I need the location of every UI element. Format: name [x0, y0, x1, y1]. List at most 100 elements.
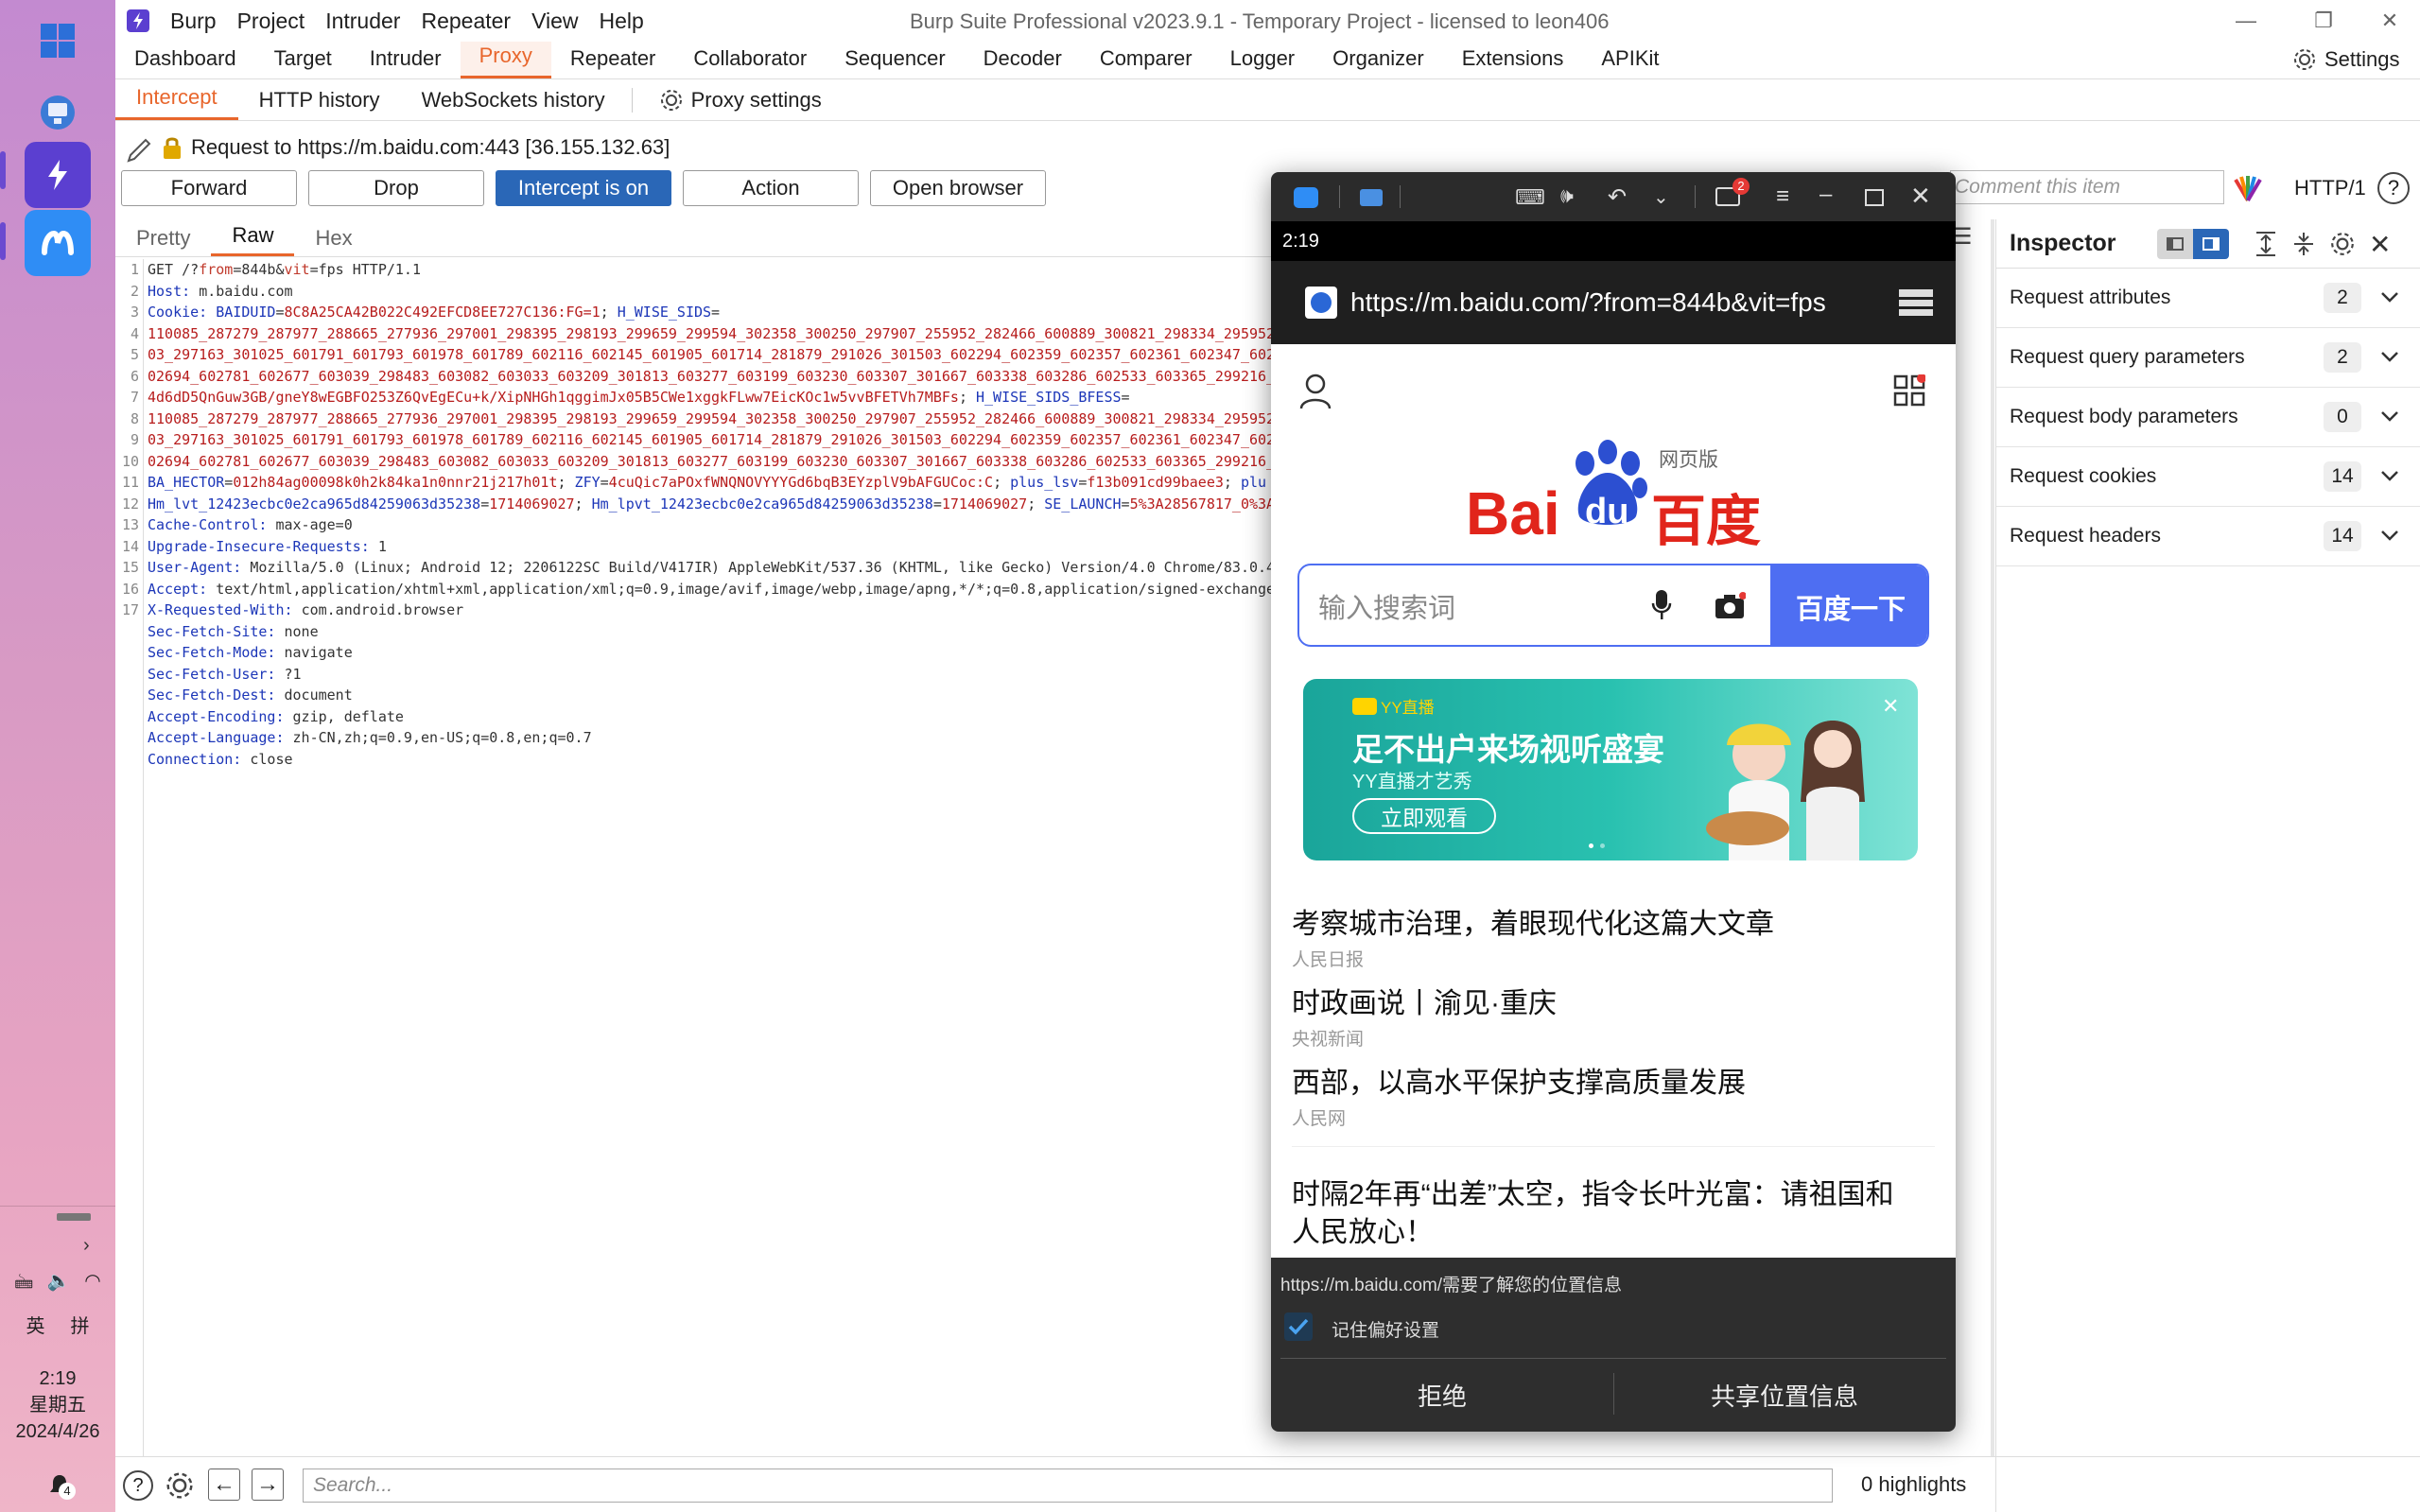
drop-button[interactable]: Drop: [308, 170, 484, 206]
restore-icon[interactable]: ❐: [2290, 4, 2357, 38]
request-line[interactable]: Accept-Encoding: gzip, deflate: [148, 706, 1382, 728]
undo-icon[interactable]: ↶: [1608, 183, 1627, 211]
tab-organizer[interactable]: Organizer: [1314, 44, 1443, 78]
menu-view[interactable]: View: [531, 9, 578, 34]
request-line[interactable]: Sec-Fetch-Mode: navigate: [148, 642, 1382, 664]
request-line[interactable]: BA_HECTOR=012h84ag00098k0h2k84ka1n0nnr21…: [148, 472, 1382, 494]
app-icon-network[interactable]: [25, 79, 91, 146]
request-line[interactable]: 02694_602781_602677_603039_298483_603082…: [148, 366, 1382, 388]
proxy-settings-button[interactable]: Proxy settings: [638, 86, 843, 120]
comment-input[interactable]: Comment this item: [1950, 170, 2224, 204]
remember-checkbox[interactable]: [1284, 1312, 1313, 1341]
expand-all-icon[interactable]: [2254, 231, 2278, 257]
request-text[interactable]: GET /?from=844b&vit=fps HTTP/1.1 Host: m.…: [148, 259, 1382, 812]
mirror-app-icon[interactable]: [1294, 187, 1318, 208]
request-line[interactable]: Sec-Fetch-Site: none: [148, 621, 1382, 643]
mirror-maximize-icon[interactable]: [1865, 189, 1884, 206]
chevron-down-icon[interactable]: [2376, 284, 2403, 310]
action-button[interactable]: Action: [683, 170, 859, 206]
browser-url[interactable]: https://m.baidu.com/?from=844b&vit=fps: [1350, 287, 1826, 318]
request-line[interactable]: User-Agent: Mozilla/5.0 (Linux; Android …: [148, 557, 1382, 579]
apps-grid-icon[interactable]: [1893, 374, 1926, 407]
menu-repeater[interactable]: Repeater: [421, 9, 511, 34]
inspector-settings-icon[interactable]: [2329, 231, 2356, 257]
share-location-button[interactable]: 共享位置信息: [1613, 1360, 1956, 1430]
tab-intruder[interactable]: Intruder: [351, 44, 461, 78]
chevron-down-icon[interactable]: [2376, 522, 2403, 548]
layout-panel-icon[interactable]: [2193, 229, 2229, 259]
volume-icon[interactable]: 🕪: [1560, 183, 1574, 208]
open-browser-button[interactable]: Open browser: [870, 170, 1046, 206]
mirror-app-icon[interactable]: [25, 210, 91, 276]
user-icon[interactable]: [1299, 373, 1332, 410]
news-title[interactable]: 西部，以高水平保护支撑高质量发展: [1292, 1059, 1746, 1101]
request-line[interactable]: 4d6dD5QnGuw3GB/gneY8wEGBFO253Z6QvEgECu+k…: [148, 387, 1382, 408]
camera-icon[interactable]: [1714, 592, 1747, 618]
request-line[interactable]: X-Requested-With: com.android.browser: [148, 600, 1382, 621]
ime-lang[interactable]: 英: [26, 1311, 45, 1338]
tab-apikit[interactable]: APIKit: [1582, 44, 1678, 78]
pencil-icon[interactable]: [125, 132, 155, 163]
news-title-cont[interactable]: 人民放心！: [1292, 1208, 1434, 1250]
menu-project[interactable]: Project: [237, 9, 305, 34]
tab-raw[interactable]: Raw: [211, 223, 295, 256]
windows-start-icon[interactable]: [25, 8, 91, 74]
inspector-section[interactable]: Request cookies 14: [1996, 447, 2420, 507]
request-line[interactable]: Accept-Language: zh-CN,zh;q=0.9,en-US;q=…: [148, 727, 1382, 749]
search-input[interactable]: Search...: [303, 1469, 1833, 1503]
search-settings-icon[interactable]: [165, 1470, 195, 1501]
inspector-section[interactable]: Request query parameters 2: [1996, 328, 2420, 388]
tab-repeater[interactable]: Repeater: [551, 44, 675, 78]
baidu-search-input[interactable]: 输入搜索词: [1318, 586, 1455, 626]
inspector-section[interactable]: Request headers 14: [1996, 507, 2420, 566]
request-line[interactable]: Hm_lvt_12423ecbc0e2ca965d84259063d35238=…: [148, 494, 1382, 515]
request-line[interactable]: GET /?from=844b&vit=fps HTTP/1.1: [148, 259, 1382, 281]
previous-match-icon[interactable]: ←: [208, 1469, 240, 1501]
raw-request-editor[interactable]: 1 2 3 4 5 6 7 8 9 10 11 12 13 14 15 16 17 GET /?from=844…: [115, 259, 1387, 1456]
request-line[interactable]: Cache-Control: max-age=0: [148, 514, 1382, 536]
inspector-section[interactable]: Request attributes 2: [1996, 269, 2420, 328]
tab-sequencer[interactable]: Sequencer: [826, 44, 964, 78]
more-chevron-icon[interactable]: ⌄: [1653, 185, 1669, 209]
request-line[interactable]: Accept: text/html,application/xhtml+xml,…: [148, 579, 1382, 600]
tab-hex[interactable]: Hex: [294, 226, 373, 256]
news-title[interactable]: 时政画说丨渝见·重庆: [1292, 980, 1557, 1021]
tab-target[interactable]: Target: [255, 44, 351, 78]
settings-button[interactable]: Settings: [2292, 47, 2400, 72]
wifi-icon[interactable]: ◠: [84, 1269, 100, 1301]
tab-comparer[interactable]: Comparer: [1081, 44, 1211, 78]
microphone-icon[interactable]: [1651, 588, 1672, 622]
tab-proxy[interactable]: Proxy: [460, 42, 551, 78]
help-icon[interactable]: ?: [123, 1470, 153, 1501]
tab-decoder[interactable]: Decoder: [965, 44, 1081, 78]
banner-cta-button[interactable]: 立即观看: [1352, 798, 1496, 834]
request-line[interactable]: Cookie: BAIDUID=8C8A25CA42B022C492EFCD8E…: [148, 302, 1382, 323]
browser-tabs-icon[interactable]: [1897, 287, 1935, 318]
keyboard-icon[interactable]: ⌨: [1515, 185, 1545, 210]
menu-icon[interactable]: ≡: [1776, 183, 1789, 210]
news-title[interactable]: 时隔2年再“出差”太空，指令长叶光富：请祖国和: [1292, 1171, 1894, 1212]
request-line[interactable]: Upgrade-Insecure-Requests: 1: [148, 536, 1382, 558]
deny-button[interactable]: 拒绝: [1271, 1360, 1613, 1430]
request-line[interactable]: Connection: close: [148, 749, 1382, 771]
tab-extensions[interactable]: Extensions: [1443, 44, 1583, 78]
promo-banner[interactable]: YY直播 足不出户来场视听盛宴 YY直播才艺秀 立即观看 ✕: [1303, 679, 1918, 860]
battery-icon[interactable]: 🖮: [14, 1269, 33, 1301]
http-version-toggle[interactable]: HTTP/1: [2294, 176, 2366, 200]
tab-pretty[interactable]: Pretty: [115, 226, 211, 256]
chevron-down-icon[interactable]: [2376, 462, 2403, 489]
minimize-icon[interactable]: —: [2213, 4, 2279, 38]
forward-button[interactable]: Forward: [121, 170, 297, 206]
highlight-color-icon[interactable]: [2232, 172, 2264, 204]
request-line[interactable]: 03_297163_301025_601791_601793_601978_60…: [148, 429, 1382, 451]
help-icon[interactable]: ?: [2377, 172, 2410, 204]
news-title[interactable]: 考察城市治理，着眼现代化这篇大文章: [1292, 900, 1774, 942]
request-line[interactable]: 02694_602781_602677_603039_298483_603082…: [148, 451, 1382, 473]
chevron-down-icon[interactable]: [2376, 343, 2403, 370]
request-line[interactable]: ​: [148, 791, 1382, 813]
request-line[interactable]: Host: m.baidu.com: [148, 281, 1382, 303]
pane-divider[interactable]: [1991, 219, 1994, 1456]
clock[interactable]: 2:19 星期五 2024/4/26: [0, 1365, 115, 1445]
request-line[interactable]: Sec-Fetch-User: ?1: [148, 664, 1382, 686]
menu-help[interactable]: Help: [600, 9, 644, 34]
